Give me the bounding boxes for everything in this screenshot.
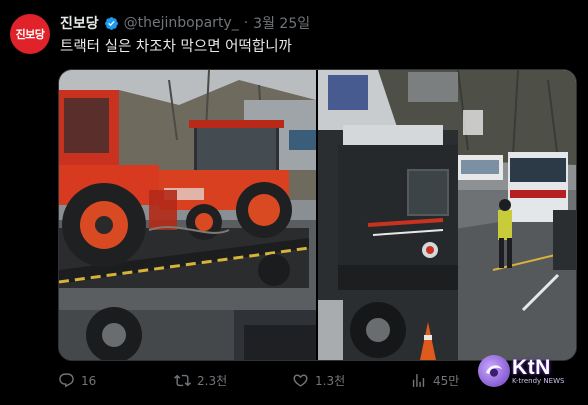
retweet-button[interactable]: 2.3천 (174, 372, 227, 389)
view-count: 45만 (433, 374, 460, 388)
like-count: 1.3천 (315, 374, 346, 388)
reply-count: 16 (81, 373, 97, 388)
heart-icon (293, 374, 308, 387)
like-button[interactable]: 1.3천 (292, 372, 345, 389)
views-button[interactable]: 45만 (410, 372, 459, 389)
tweet-header: 진보당 @thejinboparty_ · 3월 25일 (60, 13, 310, 33)
avatar-text: 진보당 (15, 28, 45, 41)
retweet-icon (174, 374, 191, 387)
tractor-photo-image (59, 70, 316, 360)
retweet-count: 2.3천 (197, 374, 228, 388)
tweet-text: 트랙터 실은 차조차 막으면 어떡합니까 (60, 39, 292, 55)
views-icon (412, 374, 425, 387)
reply-button[interactable]: 16 (58, 372, 96, 389)
user-handle[interactable]: @thejinboparty_ (124, 15, 239, 31)
ktn-logo-icon (478, 355, 510, 387)
avatar[interactable]: 진보당 (10, 14, 50, 54)
separator-dot: · (243, 15, 249, 31)
tweet-media (58, 69, 577, 361)
display-name[interactable]: 진보당 (60, 13, 99, 33)
photo-tractor-on-truck[interactable] (59, 70, 316, 360)
reply-icon (59, 373, 74, 388)
watermark-brand: KtN (512, 356, 551, 379)
tweet-date[interactable]: 3월 25일 (253, 13, 310, 33)
watermark-sub: K-trendy NEWS (512, 377, 565, 385)
ktn-watermark: KtN K-trendy NEWS (478, 355, 564, 387)
photo-truck-police-road[interactable] (318, 70, 576, 360)
verified-badge-icon (104, 16, 119, 31)
truck-photo-image (318, 70, 576, 360)
